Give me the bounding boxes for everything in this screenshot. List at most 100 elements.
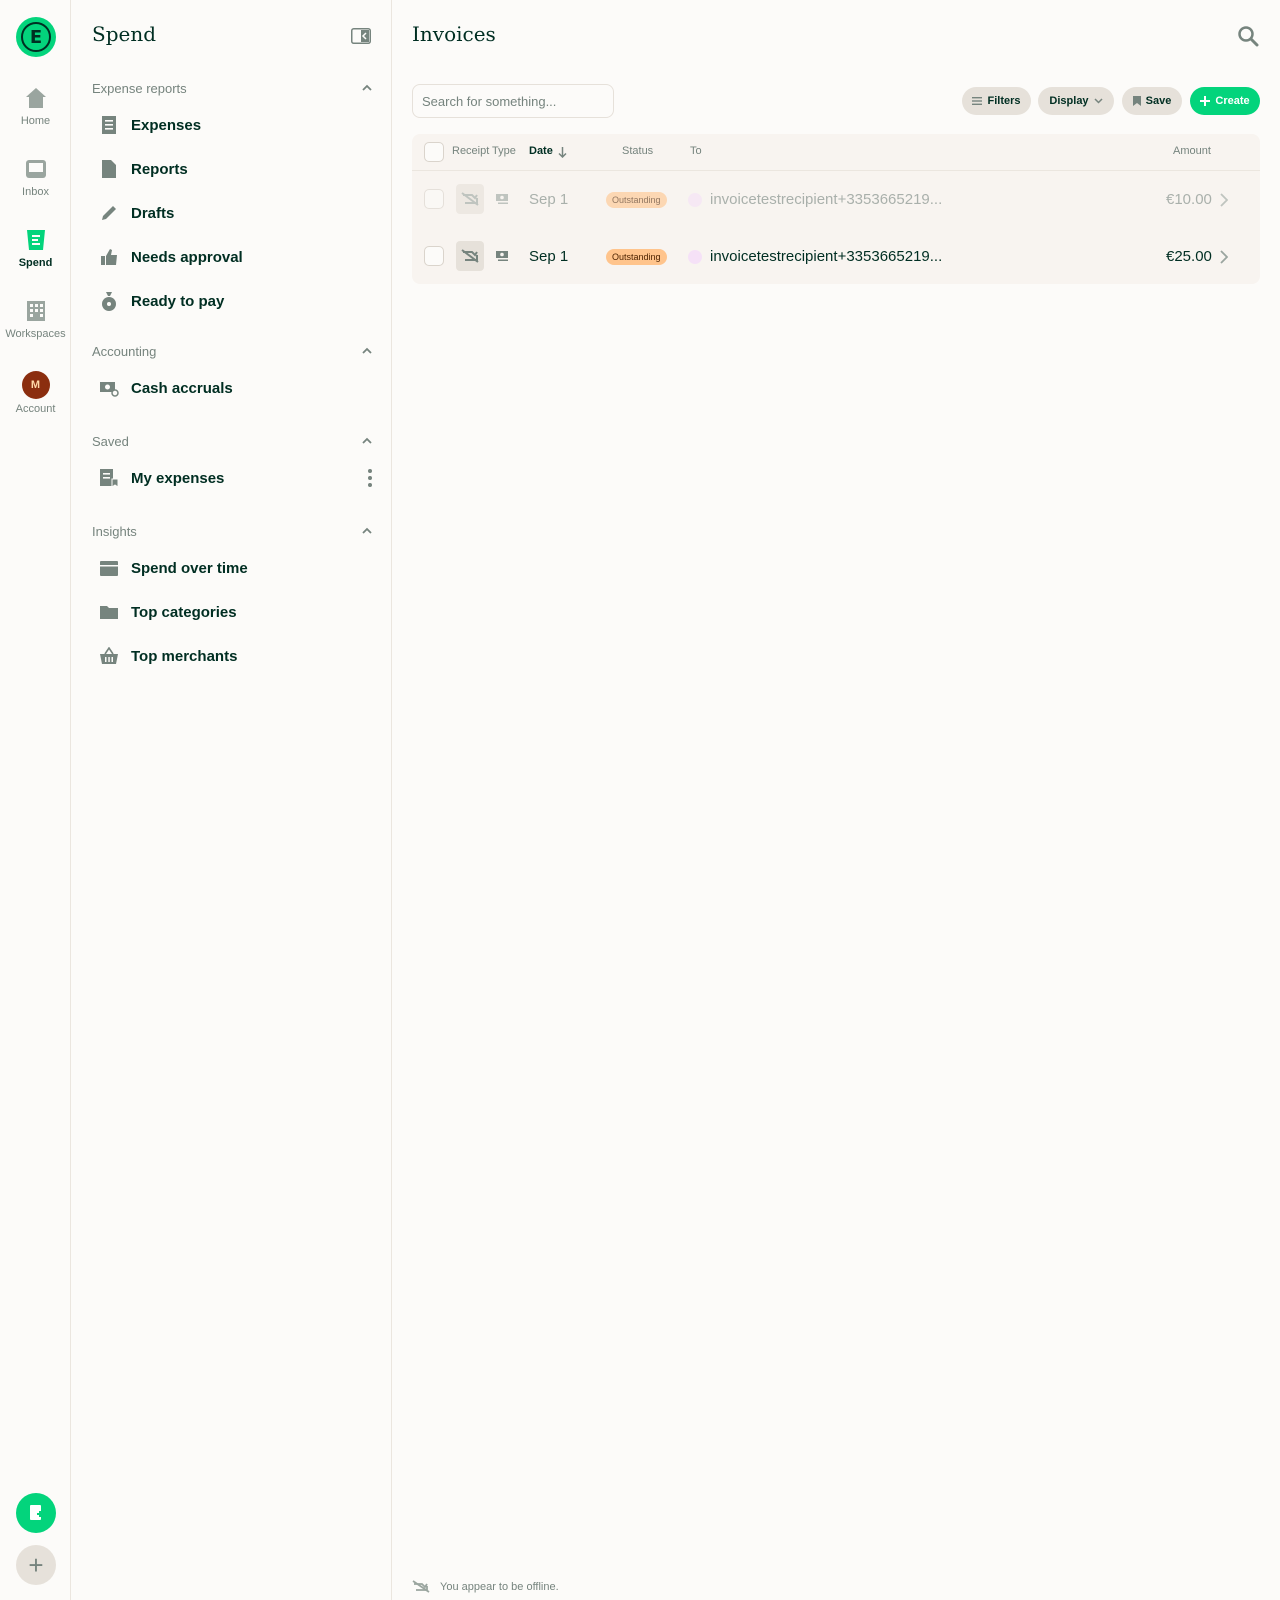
recipient-avatar bbox=[688, 250, 702, 264]
column-amount[interactable]: Amount bbox=[1173, 145, 1211, 157]
cash-type-icon bbox=[496, 251, 508, 261]
status-badge: Outstanding bbox=[606, 249, 667, 265]
expensify-logo[interactable]: E bbox=[16, 17, 56, 57]
inbox-icon bbox=[23, 156, 49, 182]
spend-icon bbox=[23, 227, 49, 253]
row-checkbox[interactable] bbox=[424, 246, 444, 266]
plus-icon: + bbox=[28, 1549, 44, 1580]
row-checkbox[interactable] bbox=[424, 189, 444, 209]
section-title: Insights bbox=[92, 523, 137, 539]
receipt-placeholder bbox=[456, 184, 484, 214]
create-button[interactable]: Create bbox=[1190, 87, 1260, 115]
sidebar-item-label: Cash accruals bbox=[131, 379, 233, 397]
table-row[interactable]: Sep 1 Outstanding invoicetestrecipient+3… bbox=[412, 171, 1260, 228]
nav-spend[interactable]: Spend bbox=[0, 227, 71, 269]
section-header-saved[interactable]: Saved bbox=[92, 431, 372, 451]
more-options-icon[interactable] bbox=[368, 468, 372, 488]
cash-icon bbox=[99, 378, 119, 398]
sidebar-item-needs-approval[interactable]: Needs approval bbox=[92, 235, 372, 279]
building-icon bbox=[23, 298, 49, 324]
table-row[interactable]: Sep 1 Outstanding invoicetestrecipient+3… bbox=[412, 228, 1260, 285]
receipt-icon bbox=[99, 115, 119, 135]
sidebar-item-label: My expenses bbox=[131, 469, 225, 487]
saved-receipt-icon bbox=[99, 468, 119, 488]
chevron-right-icon[interactable] bbox=[1220, 193, 1228, 207]
cash-type-icon bbox=[496, 194, 508, 204]
sidebar-item-top-merchants[interactable]: Top merchants bbox=[92, 634, 372, 678]
sidebar-item-cash-accruals[interactable]: Cash accruals bbox=[92, 366, 372, 410]
arrow-down-icon bbox=[558, 147, 567, 158]
calendar-icon bbox=[99, 558, 119, 578]
column-status[interactable]: Status bbox=[622, 145, 653, 157]
column-to[interactable]: To bbox=[690, 145, 702, 157]
sidebar-item-reports[interactable]: Reports bbox=[92, 147, 372, 191]
main-content: Invoices Search for something... Filters… bbox=[392, 0, 1280, 1600]
bookmark-icon bbox=[1132, 96, 1141, 106]
chevron-up-icon bbox=[362, 527, 372, 534]
table-header: Receipt Type Date Status To Amount bbox=[412, 134, 1260, 171]
nav-workspaces-label: Workspaces bbox=[5, 328, 66, 340]
home-icon bbox=[23, 85, 49, 111]
receipt-plus-icon bbox=[30, 1505, 43, 1520]
section-header-insights[interactable]: Insights bbox=[92, 521, 372, 541]
section-accounting: Accounting Cash accruals bbox=[92, 341, 372, 410]
spend-sidebar: Spend Expense reports Expenses Reports D… bbox=[71, 0, 392, 1600]
column-type[interactable]: Type bbox=[492, 145, 516, 157]
offline-indicator: You appear to be offline. bbox=[412, 1580, 559, 1593]
sidebar-item-label: Spend over time bbox=[131, 559, 248, 577]
collapse-sidebar-icon[interactable] bbox=[351, 28, 371, 44]
nav-home[interactable]: Home bbox=[0, 85, 71, 127]
offline-icon bbox=[412, 1580, 430, 1593]
sidebar-item-label: Top merchants bbox=[131, 647, 238, 665]
sidebar-item-my-expenses[interactable]: My expenses bbox=[92, 456, 372, 500]
document-icon bbox=[99, 159, 119, 179]
nav-workspaces[interactable]: Workspaces bbox=[0, 298, 71, 340]
display-button[interactable]: Display bbox=[1038, 87, 1114, 115]
row-date: Sep 1 bbox=[529, 191, 569, 208]
sidebar-item-label: Expenses bbox=[131, 116, 202, 134]
avatar: M bbox=[21, 371, 50, 399]
row-date: Sep 1 bbox=[529, 248, 569, 265]
chevron-right-icon[interactable] bbox=[1220, 250, 1228, 264]
thumbs-up-icon bbox=[99, 247, 119, 267]
section-header-accounting[interactable]: Accounting bbox=[92, 341, 372, 361]
sidebar-item-label: Top categories bbox=[131, 603, 237, 621]
basket-icon bbox=[99, 646, 119, 666]
recipient-avatar bbox=[688, 193, 702, 207]
section-title: Accounting bbox=[92, 343, 157, 359]
column-date[interactable]: Date bbox=[529, 145, 553, 157]
plus-icon bbox=[1200, 96, 1211, 106]
global-create-button[interactable]: + bbox=[16, 1545, 56, 1585]
sidebar-item-label: Ready to pay bbox=[131, 292, 225, 310]
sidebar-item-spend-over-time[interactable]: Spend over time bbox=[92, 546, 372, 590]
sidebar-item-ready-to-pay[interactable]: Ready to pay bbox=[92, 279, 372, 323]
section-header-expense-reports[interactable]: Expense reports bbox=[92, 78, 372, 98]
filters-button[interactable]: Filters bbox=[962, 87, 1031, 115]
sidebar-item-expenses[interactable]: Expenses bbox=[92, 103, 372, 147]
money-bag-icon bbox=[99, 291, 119, 311]
nav-rail: E Home Inbox Spend Workspaces M Account … bbox=[0, 0, 71, 1600]
nav-account[interactable]: M Account bbox=[0, 371, 71, 415]
sidebar-item-label: Needs approval bbox=[131, 248, 243, 266]
pencil-icon bbox=[99, 203, 119, 223]
sidebar-item-top-categories[interactable]: Top categories bbox=[92, 590, 372, 634]
save-label: Save bbox=[1145, 95, 1172, 107]
status-badge: Outstanding bbox=[606, 192, 667, 208]
sidebar-item-drafts[interactable]: Drafts bbox=[92, 191, 372, 235]
row-recipient: invoicetestrecipient+3353665219... bbox=[710, 191, 943, 208]
nav-inbox[interactable]: Inbox bbox=[0, 156, 71, 198]
save-button[interactable]: Save bbox=[1122, 87, 1182, 115]
chevron-down-icon bbox=[1094, 98, 1103, 104]
nav-account-label: Account bbox=[15, 403, 56, 415]
search-input[interactable]: Search for something... bbox=[412, 84, 614, 118]
new-expense-button[interactable] bbox=[16, 1493, 56, 1533]
select-all-checkbox[interactable] bbox=[424, 142, 444, 162]
no-receipt-icon bbox=[461, 192, 479, 206]
section-title: Saved bbox=[92, 433, 129, 449]
filters-label: Filters bbox=[987, 95, 1021, 107]
section-expense-reports: Expense reports Expenses Reports Drafts … bbox=[92, 78, 372, 323]
search-icon[interactable] bbox=[1237, 25, 1259, 47]
no-receipt-icon bbox=[461, 249, 479, 263]
nav-spend-label: Spend bbox=[18, 257, 53, 269]
column-receipt[interactable]: Receipt bbox=[452, 145, 489, 157]
